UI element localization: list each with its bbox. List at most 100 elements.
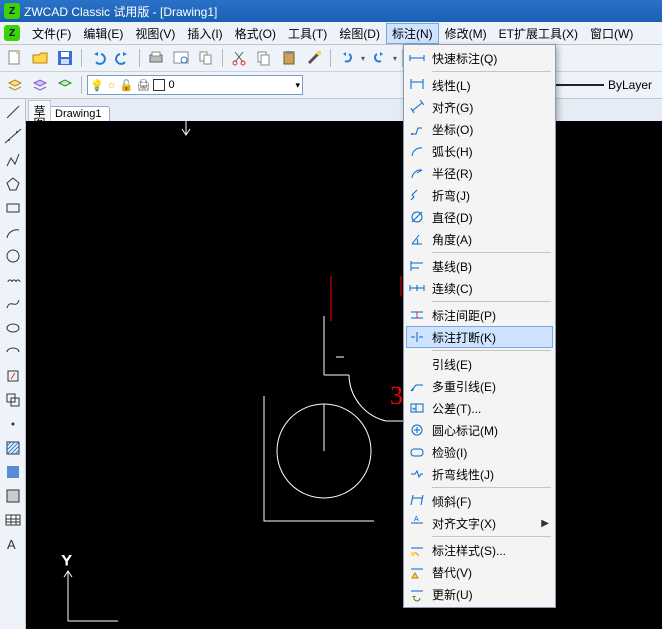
revcloud-tool[interactable]: [4, 271, 22, 289]
menu-quick-dim[interactable]: 快速标注(Q): [406, 47, 553, 69]
menu-mleader[interactable]: 多重引线(E): [406, 375, 553, 397]
doc-tab-label: Drawing1: [55, 108, 101, 120]
dimspace-icon: [408, 306, 426, 324]
menu-dim-break[interactable]: 标注打断(K): [406, 326, 553, 348]
menu-jogged-linear[interactable]: 折弯线性(J): [406, 463, 553, 485]
angular-icon: [408, 230, 426, 248]
menu-draw[interactable]: 绘图(D): [333, 23, 386, 44]
menu-tolerance[interactable]: ⌖公差(T)...: [406, 397, 553, 419]
publish-button[interactable]: [195, 47, 217, 69]
mtext-tool[interactable]: A: [4, 535, 22, 553]
point-tool[interactable]: [4, 415, 22, 433]
dropdown-arrow-icon[interactable]: ▾: [361, 54, 365, 63]
menu-bar: Z 文件(F) 编辑(E) 视图(V) 插入(I) 格式(O) 工具(T) 绘图…: [0, 22, 662, 45]
line-tool[interactable]: [4, 103, 22, 121]
joglinear-icon: [408, 465, 426, 483]
menu-update[interactable]: 更新(U): [406, 583, 553, 605]
jogged-icon: [408, 186, 426, 204]
undo-drop-button[interactable]: [336, 47, 358, 69]
menu-etext[interactable]: ET扩展工具(X): [493, 23, 584, 44]
menu-linear[interactable]: 线性(L): [406, 74, 553, 96]
copy-button[interactable]: [253, 47, 275, 69]
arc-tool[interactable]: [4, 223, 22, 241]
menu-arc[interactable]: 弧长(H): [406, 140, 553, 162]
aligntext-icon: A: [408, 514, 426, 532]
open-button[interactable]: [29, 47, 51, 69]
lock-icon: 🔓: [120, 79, 134, 92]
menu-insert[interactable]: 插入(I): [181, 23, 228, 44]
drawing-canvas[interactable]: Y 30: [26, 121, 662, 629]
matchprop-button[interactable]: [303, 47, 325, 69]
paste-button[interactable]: [278, 47, 300, 69]
region-tool[interactable]: [4, 487, 22, 505]
menu-edit[interactable]: 编辑(E): [77, 23, 129, 44]
menu-view[interactable]: 视图(V): [129, 23, 181, 44]
menu-inspect[interactable]: 检验(I): [406, 441, 553, 463]
cut-button[interactable]: [228, 47, 250, 69]
linetype-label: ByLayer: [608, 78, 652, 92]
menu-format[interactable]: 格式(O): [229, 23, 282, 44]
arc-icon: [408, 142, 426, 160]
menu-baseline[interactable]: 基线(B): [406, 255, 553, 277]
polygon-tool[interactable]: [4, 175, 22, 193]
linear-icon: [408, 76, 426, 94]
layer-states-button[interactable]: [29, 74, 51, 96]
menu-dim-space[interactable]: 标注间距(P): [406, 304, 553, 326]
svg-text:Y: Y: [62, 552, 72, 568]
menu-logo-icon: Z: [4, 25, 20, 41]
menu-aligned[interactable]: 对齐(G): [406, 96, 553, 118]
menu-window[interactable]: 窗口(W): [584, 23, 639, 44]
bulb-icon: 💡: [90, 79, 104, 92]
menu-radius[interactable]: 半径(R): [406, 162, 553, 184]
hatch-tool[interactable]: [4, 439, 22, 457]
gradient-tool[interactable]: [4, 463, 22, 481]
print-icon: 🖨: [137, 79, 151, 92]
menu-angular[interactable]: 角度(A): [406, 228, 553, 250]
menu-file[interactable]: 文件(F): [26, 23, 77, 44]
chevron-down-icon[interactable]: ▾: [295, 80, 300, 91]
layer-tool-button[interactable]: [54, 74, 76, 96]
title-bar: Z ZWCAD Classic 试用版 - [Drawing1]: [0, 0, 662, 22]
construction-line-tool[interactable]: [4, 127, 22, 145]
polyline-tool[interactable]: [4, 151, 22, 169]
menu-leader[interactable]: 引线(E): [406, 353, 553, 375]
rectangle-tool[interactable]: [4, 199, 22, 217]
dimstyle-icon: [408, 541, 426, 559]
undo-button[interactable]: [87, 47, 109, 69]
menu-override[interactable]: 替代(V): [406, 561, 553, 583]
make-block-tool[interactable]: [4, 391, 22, 409]
table-tool[interactable]: [4, 511, 22, 529]
redo-button[interactable]: [112, 47, 134, 69]
dropdown-arrow-icon[interactable]: ▾: [393, 54, 397, 63]
sun-icon: ☼: [107, 79, 117, 91]
menu-tools[interactable]: 工具(T): [282, 23, 333, 44]
redo-drop-button[interactable]: [368, 47, 390, 69]
toolbar-standard: ▾ ▾ ± ▾: [0, 45, 662, 72]
menu-ordinate[interactable]: 坐标(O): [406, 118, 553, 140]
menu-jogged[interactable]: 折弯(J): [406, 184, 553, 206]
menu-center[interactable]: 圆心标记(M): [406, 419, 553, 441]
toolbar-layers: 💡 ☼ 🔓 🖨 0 ▾ ByLayer: [0, 72, 662, 99]
preview-button[interactable]: [170, 47, 192, 69]
menu-dimension[interactable]: 标注(N): [386, 23, 439, 44]
menu-diameter[interactable]: 直径(D): [406, 206, 553, 228]
continue-icon: [408, 279, 426, 297]
circle-tool[interactable]: [4, 247, 22, 265]
save-button[interactable]: [54, 47, 76, 69]
quickdim-icon: [408, 49, 426, 67]
window-title: ZWCAD Classic 试用版 - [Drawing1]: [24, 3, 217, 20]
menu-continue[interactable]: 连续(C): [406, 277, 553, 299]
menu-modify[interactable]: 修改(M): [439, 23, 493, 44]
ellipse-tool[interactable]: [4, 319, 22, 337]
new-button[interactable]: [4, 47, 26, 69]
menu-align-text[interactable]: A对齐文字(X)▶: [406, 512, 553, 534]
layer-properties-button[interactable]: [4, 74, 26, 96]
menu-oblique[interactable]: 倾斜(F): [406, 490, 553, 512]
ellipse-arc-tool[interactable]: [4, 343, 22, 361]
menu-dim-style[interactable]: 标注样式(S)...: [406, 539, 553, 561]
plot-button[interactable]: [145, 47, 167, 69]
spline-tool[interactable]: [4, 295, 22, 313]
layer-combo[interactable]: 💡 ☼ 🔓 🖨 0 ▾: [87, 75, 303, 95]
override-icon: [408, 563, 426, 581]
insert-block-tool[interactable]: [4, 367, 22, 385]
